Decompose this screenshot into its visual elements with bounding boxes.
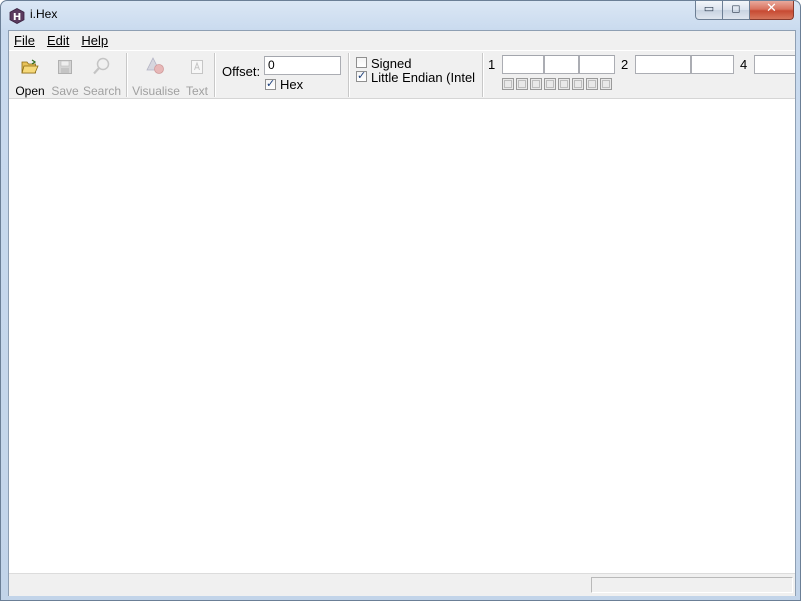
menu-edit[interactable]: Edit bbox=[41, 31, 75, 50]
check-icon: ✓ bbox=[266, 77, 276, 90]
save-label: Save bbox=[51, 84, 79, 98]
visualise-shapes-icon bbox=[146, 57, 164, 74]
open-button[interactable]: Open bbox=[13, 53, 47, 98]
visualise-label: Visualise bbox=[132, 84, 180, 98]
size-1-label: 1 bbox=[488, 57, 496, 72]
toolbar: Open Save Search Visualise Text Offset: … bbox=[9, 51, 795, 99]
little-endian-checkbox[interactable]: ✓ bbox=[356, 69, 367, 82]
maximize-icon: ◻ bbox=[731, 2, 741, 15]
hex-app-icon: H bbox=[9, 8, 25, 24]
bit-checkbox[interactable] bbox=[586, 78, 598, 90]
visualise-button[interactable]: Visualise bbox=[132, 53, 180, 98]
hex-editor-area[interactable] bbox=[9, 99, 795, 573]
svg-text:H: H bbox=[13, 12, 21, 23]
search-label: Search bbox=[82, 84, 122, 98]
bit-checkbox[interactable] bbox=[502, 78, 514, 90]
word-value-field[interactable] bbox=[691, 55, 734, 74]
title-bar[interactable]: H i.Hex ▭ ◻ ✕ bbox=[1, 1, 800, 30]
app-window: H i.Hex ▭ ◻ ✕ File Edit Help Open Save S… bbox=[0, 0, 801, 601]
client-area: File Edit Help Open Save Search Visualis… bbox=[8, 30, 796, 596]
maximize-button[interactable]: ◻ bbox=[723, 1, 750, 20]
offset-input[interactable]: 0 bbox=[264, 56, 341, 75]
size-2-label: 2 bbox=[621, 57, 629, 72]
dword-value-field[interactable] bbox=[754, 55, 795, 74]
signed-checkbox[interactable] bbox=[356, 57, 367, 68]
menu-file[interactable]: File bbox=[9, 31, 41, 50]
toolbar-separator bbox=[214, 53, 216, 97]
text-button[interactable]: Text bbox=[183, 53, 211, 98]
toolbar-separator bbox=[348, 53, 350, 97]
byte-value-field[interactable] bbox=[502, 55, 544, 74]
open-label: Open bbox=[15, 84, 45, 98]
minimize-icon: ▭ bbox=[703, 2, 715, 15]
status-panel bbox=[591, 577, 793, 593]
bit-checkbox[interactable] bbox=[572, 78, 584, 90]
signed-label: Signed bbox=[371, 56, 412, 71]
byte-value-field[interactable] bbox=[544, 55, 579, 74]
bit-checkbox[interactable] bbox=[530, 78, 542, 90]
word-value-field[interactable] bbox=[635, 55, 691, 74]
size-4-label: 4 bbox=[740, 57, 748, 72]
search-button[interactable]: Search bbox=[82, 53, 122, 98]
save-disk-icon bbox=[58, 60, 72, 74]
hex-checkbox[interactable]: ✓ bbox=[265, 77, 276, 90]
byte-value-field[interactable] bbox=[579, 55, 615, 74]
search-magnifier-icon bbox=[93, 57, 110, 75]
open-folder-icon bbox=[21, 59, 39, 74]
toolbar-separator bbox=[126, 53, 128, 97]
close-icon: ✕ bbox=[766, 1, 777, 16]
hex-label: Hex bbox=[280, 77, 304, 92]
offset-label: Offset: bbox=[222, 64, 261, 79]
bit-checkbox[interactable] bbox=[558, 78, 570, 90]
close-button[interactable]: ✕ bbox=[750, 1, 794, 20]
minimize-button[interactable]: ▭ bbox=[695, 1, 723, 20]
text-document-icon bbox=[191, 60, 203, 74]
status-bar bbox=[9, 573, 795, 596]
text-label: Text bbox=[185, 84, 208, 98]
window-title: i.Hex bbox=[30, 7, 58, 21]
bit-checkbox[interactable] bbox=[600, 78, 612, 90]
check-icon: ✓ bbox=[357, 69, 367, 82]
menu-help[interactable]: Help bbox=[75, 31, 114, 50]
toolbar-separator bbox=[482, 53, 484, 97]
bit-checkbox[interactable] bbox=[516, 78, 528, 90]
save-button[interactable]: Save bbox=[50, 53, 80, 98]
menu-bar: File Edit Help bbox=[9, 31, 795, 50]
little-endian-label: Little Endian (Intel bbox=[371, 70, 476, 85]
bit-checkbox[interactable] bbox=[544, 78, 556, 90]
